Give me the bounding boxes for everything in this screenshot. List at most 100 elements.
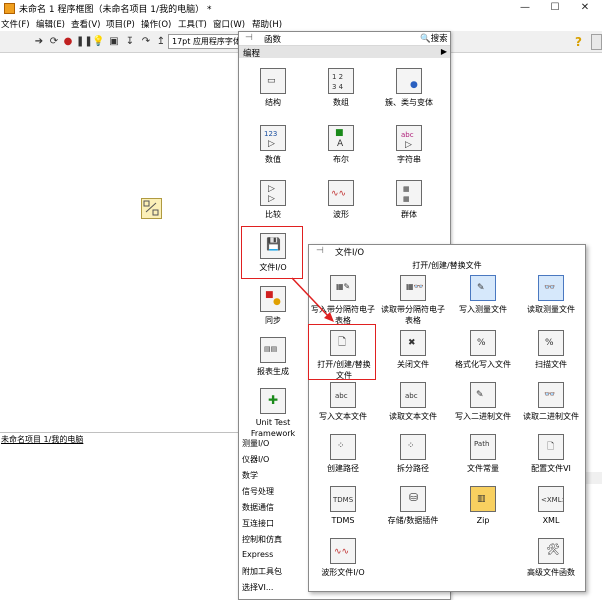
palette-item-label: TDMS (331, 516, 355, 525)
strip-path-icon: ⁘ (400, 434, 426, 460)
category-instrument-io[interactable]: 仪器I/O (242, 454, 269, 465)
menu-tools[interactable]: 工具(T) (178, 18, 207, 30)
palette-item-close-file[interactable]: ✖ 关闭文件 (379, 330, 447, 370)
palette-item-write-text[interactable]: abc 写入文本文件 (309, 382, 377, 422)
run-continuous-icon[interactable]: ⟳ (48, 36, 60, 48)
palette-item-label: 布尔 (333, 155, 349, 164)
palette-item-read-binary[interactable]: 👓 读取二进制文件 (517, 382, 585, 422)
run-arrow-icon[interactable]: ➔ (33, 36, 45, 48)
highlight-execution-icon[interactable]: 💡 (92, 36, 104, 48)
category-connectivity[interactable]: 互连接口 (242, 518, 274, 529)
palette-item-xml[interactable]: <XML> XML (517, 486, 585, 526)
vi-icon-pane (591, 34, 602, 50)
palette-item-write-delimited[interactable]: ▦✎ 写入带分隔符电子表格 (309, 275, 377, 326)
advanced-file-icon: 🛠 (538, 538, 564, 564)
menu-project[interactable]: 项目(P) (106, 18, 135, 30)
palette-item-label: 波形 (333, 210, 349, 219)
cluster-icon: ● (396, 68, 422, 94)
category-data-communication[interactable]: 数据通信 (242, 502, 274, 513)
palette-item-cluster[interactable]: ● 簇、类与变体 (375, 68, 443, 108)
step-into-icon[interactable]: ↧ (124, 36, 136, 48)
palette-item-tdms[interactable]: TDMS TDMS (309, 486, 377, 526)
palette-item-label: 数值 (265, 155, 281, 164)
palette-item-string[interactable]: abc ▷ 字符串 (375, 125, 443, 165)
report-icon: ▤▤ (260, 337, 286, 363)
palette-item-label: 读取带分隔符电子表格 (381, 305, 445, 325)
pin-icon[interactable]: ⊣ (316, 246, 324, 256)
palette-item-write-binary[interactable]: ✎ 写入二进制文件 (449, 382, 517, 422)
palette-item-scan-file[interactable]: % 扫描文件 (517, 330, 585, 370)
palette-item-write-measurement[interactable]: ✎ 写入测量文件 (449, 275, 517, 315)
help-icon[interactable]: ? (575, 35, 587, 49)
category-addons[interactable]: 附加工具包 (242, 566, 282, 577)
pin-icon[interactable]: ⊣ (245, 33, 253, 43)
menu-file[interactable]: 文件(F) (1, 18, 30, 30)
category-measurement-io[interactable]: 测量I/O (242, 438, 269, 449)
palette-item-boolean[interactable]: ■ A 布尔 (307, 125, 375, 165)
palette-item-unit-test[interactable]: ✚ Unit Test Framework (239, 388, 307, 439)
comparison-icon: ▷ ▷ (260, 180, 286, 206)
scan-file-icon: % (538, 330, 564, 356)
close-button[interactable]: ✕ (570, 0, 600, 17)
abort-icon[interactable]: ● (62, 36, 74, 48)
menu-help[interactable]: 帮助(H) (252, 18, 282, 30)
search-label: 搜索 (430, 34, 448, 44)
file-constants-icon: Path (470, 434, 496, 460)
palette-item-array[interactable]: 1 23 4 数组 (307, 68, 375, 108)
retain-wire-values-icon[interactable]: ▣ (108, 36, 120, 48)
menu-operate[interactable]: 操作(O) (141, 18, 171, 30)
read-text-icon: abc (400, 382, 426, 408)
numeric-icon: 123 ▷ (260, 125, 286, 151)
category-express[interactable]: Express (242, 550, 273, 559)
palette-item-label: 扫描文件 (535, 360, 567, 369)
search-button[interactable]: 🔍搜索 (420, 32, 448, 46)
palette-item-synchronization[interactable]: ■ ● 同步 (239, 286, 307, 326)
palette-item-label: 关闭文件 (397, 360, 429, 369)
tdms-icon: TDMS (330, 486, 356, 512)
file-io-highlight-box (241, 226, 303, 279)
labview-app-icon (4, 3, 15, 14)
structures-icon: ▭ (260, 68, 286, 94)
palette-item-read-delimited[interactable]: ▦👓 读取带分隔符电子表格 (379, 275, 447, 326)
category-select-vi[interactable]: 选择VI... (242, 582, 273, 593)
palette-item-report[interactable]: ▤▤ 报表生成 (239, 337, 307, 377)
menu-window[interactable]: 窗口(W) (213, 18, 245, 30)
palette-item-numeric[interactable]: 123 ▷ 数值 (239, 125, 307, 165)
boolean-icon: ■ A (328, 125, 354, 151)
palette-item-structures[interactable]: ▭ 结构 (239, 68, 307, 108)
category-mathematics[interactable]: 数学 (242, 470, 258, 481)
palette-item-collections[interactable]: ▦ ▦ 群体 (375, 180, 443, 220)
menu-edit[interactable]: 编辑(E) (36, 18, 65, 30)
step-out-icon[interactable]: ↥ (155, 36, 167, 48)
palette-item-format-into-file[interactable]: % 格式化写入文件 (449, 330, 517, 370)
palette-item-storage[interactable]: ⛁ 存储/数据插件 (379, 486, 447, 526)
palette-item-file-constants[interactable]: Path 文件常量 (449, 434, 517, 474)
font-dropdown[interactable]: 17pt 应用程序字体 (168, 34, 240, 49)
palette-item-read-measurement[interactable]: 👓 读取测量文件 (517, 275, 585, 315)
palette-item-read-text[interactable]: abc 读取文本文件 (379, 382, 447, 422)
palette-item-advanced-file[interactable]: 🛠 高级文件函数 (517, 538, 585, 578)
palette-item-zip[interactable]: ▥ Zip (449, 486, 517, 526)
collections-icon: ▦ ▦ (396, 180, 422, 206)
format-into-file-icon: % (470, 330, 496, 356)
palette-item-label: 文件常量 (467, 464, 499, 473)
pause-icon[interactable]: ❚❚ (76, 36, 93, 48)
palette-item-waveform-file[interactable]: ∿∿ 波形文件I/O (309, 538, 377, 578)
category-control-simulation[interactable]: 控制和仿真 (242, 534, 282, 545)
category-programming[interactable]: 编程 ▶ (239, 46, 450, 59)
read-measurement-icon: 👓 (538, 275, 564, 301)
project-path[interactable]: 未命名项目 1/我的电脑 (1, 434, 83, 445)
menu-view[interactable]: 查看(V) (71, 18, 100, 30)
palette-item-comparison[interactable]: ▷ ▷ 比较 (239, 180, 307, 220)
maximize-button[interactable]: ☐ (540, 0, 570, 17)
zip-icon: ▥ (470, 486, 496, 512)
palette-item-waveform[interactable]: ∿∿ 波形 (307, 180, 375, 220)
category-signal-processing[interactable]: 信号处理 (242, 486, 274, 497)
minimize-button[interactable]: — (510, 0, 540, 17)
xml-icon: <XML> (538, 486, 564, 512)
vi-node-icon[interactable] (141, 198, 162, 219)
palette-item-build-path[interactable]: ⁘ 创建路径 (309, 434, 377, 474)
step-over-icon[interactable]: ↷ (140, 36, 152, 48)
palette-item-config-file[interactable]: 🗋 配置文件VI (517, 434, 585, 474)
palette-item-strip-path[interactable]: ⁘ 拆分路径 (379, 434, 447, 474)
